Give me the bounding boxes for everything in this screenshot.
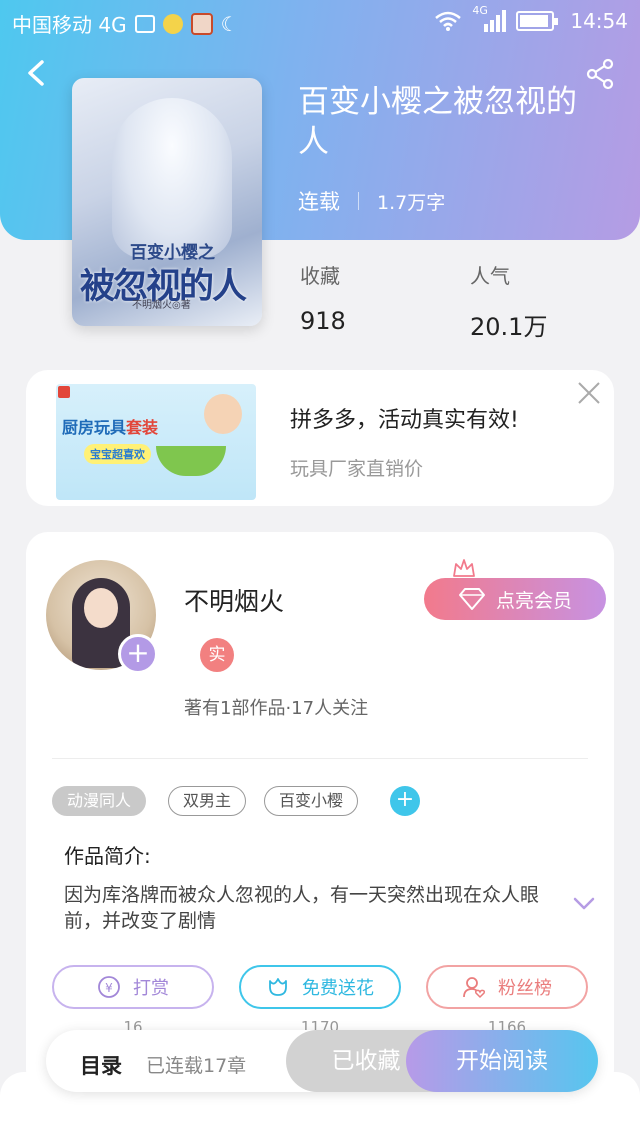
crown-icon	[453, 559, 475, 577]
vip-button[interactable]: 点亮会员	[424, 578, 606, 620]
send-flower-button[interactable]: 免费送花	[239, 965, 401, 1009]
author-name[interactable]: 不明烟火	[184, 582, 284, 618]
tag-fan-fiction[interactable]: 动漫同人	[52, 786, 147, 816]
svg-text:¥: ¥	[105, 981, 113, 995]
bulb-icon	[162, 13, 183, 34]
app-notification-icon	[190, 12, 213, 35]
ad-image-main: 厨房玩具	[62, 418, 127, 437]
book-cover[interactable]: 百变小樱之 被忽视的人 不明烟火◎著	[72, 78, 262, 326]
tag-sakura[interactable]: 百变小樱	[264, 786, 359, 816]
close-icon[interactable]	[574, 378, 604, 408]
start-reading-button[interactable]: 开始阅读	[406, 1030, 598, 1092]
author-info: 著有1部作品·17人关注	[184, 698, 369, 719]
flower-icon	[269, 978, 287, 996]
ad-image-highlight: 套装	[126, 418, 159, 437]
fan-ranking-button[interactable]: 粉丝榜	[426, 965, 588, 1009]
carrier-label: 中国移动 4G	[12, 13, 127, 37]
chapter-status[interactable]: 已连载17章	[146, 1051, 246, 1078]
reward-button[interactable]: ¥ 打赏	[52, 965, 214, 1009]
wifi-icon	[435, 11, 462, 31]
fan-ranking-label: 粉丝榜	[498, 978, 552, 999]
stat-favorites: 收藏 918	[300, 260, 346, 335]
ad-banner[interactable]: 厨房玩具套装 宝宝超喜欢 拼多多，活动真实有效! 玩具厂家直销价	[26, 370, 614, 506]
ad-image: 厨房玩具套装 宝宝超喜欢	[56, 384, 256, 500]
stat-popularity: 人气 20.1万	[470, 260, 547, 342]
diamond-icon	[458, 588, 485, 610]
toc-button[interactable]: 目录	[80, 1050, 122, 1080]
intro-heading: 作品简介:	[64, 844, 151, 868]
toy-bowl	[156, 446, 226, 476]
gallery-icon	[134, 14, 155, 33]
book-status: 连载	[298, 190, 340, 214]
yen-coin-icon: ¥	[98, 976, 120, 998]
ad-logo-icon	[58, 386, 70, 398]
book-meta: 连载 1.7万字	[298, 186, 445, 216]
child-figure	[204, 394, 242, 434]
stat-label: 收藏	[300, 264, 340, 288]
ad-subtitle: 玩具厂家直销价	[290, 458, 424, 480]
add-tag-icon[interactable]: +	[390, 786, 420, 816]
user-heart-icon	[463, 977, 486, 999]
moon-icon: ☾	[220, 11, 239, 36]
signal-icon: 4G	[472, 4, 507, 32]
meta-divider	[358, 192, 359, 210]
status-bar: 中国移动 4G ☾ 4G 14:54	[0, 0, 640, 44]
network-type-label: 4G	[472, 4, 488, 17]
verified-badge: 实	[200, 638, 234, 672]
ad-image-pill: 宝宝超喜欢	[84, 444, 151, 464]
back-icon[interactable]	[24, 60, 48, 86]
intro-text: 因为库洛牌而被众人忽视的人，有一天突然出现在众人眼前，并改变了剧情	[64, 884, 540, 932]
vip-button-label: 点亮会员	[495, 589, 572, 612]
reward-label: 打赏	[133, 978, 169, 999]
divider	[52, 758, 588, 759]
battery-icon	[516, 11, 559, 31]
ad-image-text: 厨房玩具套装	[62, 414, 158, 438]
tag-double-male[interactable]: 双男主	[168, 786, 247, 816]
follow-plus-icon[interactable]: +	[118, 634, 158, 674]
avatar-face	[84, 588, 118, 628]
ad-title: 拼多多，活动真实有效!	[290, 408, 519, 433]
cover-illustration	[112, 98, 232, 258]
book-title: 百变小樱之被忽视的人	[298, 84, 577, 160]
clock: 14:54	[570, 9, 628, 33]
cover-author: 不明烟火◎著	[132, 300, 191, 311]
stat-value: 20.1万	[470, 313, 548, 341]
chevron-down-icon[interactable]	[572, 896, 596, 912]
word-count: 1.7万字	[377, 191, 446, 214]
stat-value: 918	[300, 307, 346, 335]
stat-label: 人气	[470, 264, 510, 288]
send-flower-label: 免费送花	[302, 978, 374, 999]
